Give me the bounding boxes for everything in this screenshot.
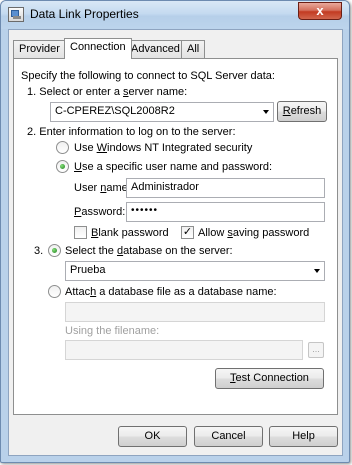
username-value: Administrador <box>131 181 199 193</box>
windows-auth-label[interactable]: Use Windows NT Integrated security <box>74 142 252 154</box>
chevron-down-icon[interactable] <box>263 110 269 114</box>
filename-label: Using the filename: <box>65 325 160 337</box>
step2-number: 2. <box>27 126 37 138</box>
tab-provider-label: Provider <box>19 43 60 55</box>
select-database-prefix: Select the <box>65 245 117 257</box>
windows-auth-suffix: indows NT Integrated security <box>107 142 253 154</box>
attach-database-radio[interactable] <box>48 285 61 298</box>
help-button[interactable]: Help <box>269 426 338 447</box>
tab-all-label: All <box>187 43 200 55</box>
checkmark-icon: ✓ <box>182 226 193 238</box>
password-field[interactable]: •••••• <box>126 202 325 222</box>
blank-password-checkbox[interactable] <box>74 226 87 239</box>
window-title: Data Link Properties <box>30 7 139 21</box>
connection-panel: Specify the following to connect to SQL … <box>13 58 338 415</box>
step1-label-suffix: erver name: <box>128 86 188 98</box>
windows-auth-prefix: Use <box>74 142 97 154</box>
username-label-prefix: User <box>74 182 101 194</box>
refresh-label: efresh <box>290 105 322 117</box>
step1-label: 1. Select or enter a server name: <box>27 86 187 98</box>
intro-text: Specify the following to connect to SQL … <box>21 70 275 82</box>
cancel-button[interactable]: Cancel <box>194 426 263 447</box>
refresh-button[interactable]: Refresh <box>277 101 327 122</box>
step2-label-text: Enter information to log on to the serve… <box>39 126 236 138</box>
tab-provider[interactable]: Provider <box>13 40 66 58</box>
chevron-down-icon[interactable] <box>314 269 320 273</box>
specific-auth-label[interactable]: Use a specific user name and password: <box>74 161 272 173</box>
tab-advanced-label: Advanced <box>131 43 180 55</box>
browse-button[interactable]: ... <box>308 342 324 358</box>
tab-connection-label: Connection <box>70 41 126 53</box>
ellipsis-icon: ... <box>312 344 320 354</box>
server-name-value: C-CPEREZ\SQL2008R2 <box>55 105 175 117</box>
attach-database-label[interactable]: Attach a database file as a database nam… <box>65 286 277 298</box>
close-button[interactable]: x <box>298 2 342 20</box>
cancel-label: Cancel <box>211 430 246 442</box>
help-label: Help <box>292 430 315 442</box>
attach-database-prefix: Attac <box>65 286 91 298</box>
windows-auth-accel: W <box>96 142 108 154</box>
select-database-suffix: atabase on the server: <box>123 245 233 257</box>
tab-advanced[interactable]: Advanced <box>125 40 186 58</box>
specific-auth-accel: U <box>74 161 82 173</box>
title-bar[interactable]: Data Link Properties x <box>1 1 349 29</box>
select-database-label[interactable]: Select the database on the server: <box>65 245 233 257</box>
test-connection-label: est Connection <box>235 372 309 384</box>
password-value: •••••• <box>131 205 159 216</box>
specific-auth-suffix: se a specific user name and password: <box>81 161 273 173</box>
dialog-client-area: Provider Connection Advanced All Specify… <box>8 29 343 456</box>
test-connection-button[interactable]: Test Connection <box>215 368 324 389</box>
attach-database-name-field[interactable] <box>65 302 325 322</box>
allow-saving-password-label[interactable]: Allow saving password <box>198 227 309 239</box>
blank-password-suffix: lank password <box>98 227 169 239</box>
username-field[interactable]: Administrador <box>126 178 325 198</box>
attach-database-suffix: a database file as a database name: <box>96 286 277 298</box>
database-value: Prueba <box>70 264 106 276</box>
database-link-icon <box>8 7 24 22</box>
allow-saving-suffix: aving password <box>232 227 310 239</box>
windows-auth-radio[interactable] <box>56 141 69 154</box>
step1-number: 1. <box>27 86 37 98</box>
refresh-accel: R <box>282 105 291 117</box>
password-label: Password: <box>74 206 125 218</box>
step3-number: 3. <box>34 245 44 257</box>
tab-all[interactable]: All <box>181 40 206 58</box>
ok-button[interactable]: OK <box>118 426 187 447</box>
step2-label: 2. Enter information to log on to the se… <box>27 126 236 138</box>
server-name-combobox[interactable]: C-CPEREZ\SQL2008R2 <box>50 102 274 122</box>
allow-saving-password-checkbox[interactable]: ✓ <box>181 226 194 239</box>
specific-auth-radio[interactable] <box>56 160 69 173</box>
password-label-suffix: assword: <box>81 206 126 218</box>
tab-connection[interactable]: Connection <box>64 38 132 59</box>
filename-field[interactable] <box>65 340 303 360</box>
username-label: User name: <box>74 182 131 194</box>
data-link-properties-window: Data Link Properties x Provider Connecti… <box>0 0 350 463</box>
database-combobox[interactable]: Prueba <box>65 261 325 281</box>
close-icon: x <box>316 3 324 18</box>
ok-label: OK <box>144 430 161 442</box>
allow-saving-prefix: Allow <box>198 227 228 239</box>
step1-label-prefix: Select or enter a <box>39 86 124 98</box>
blank-password-label[interactable]: Blank password <box>91 227 169 239</box>
select-database-radio[interactable] <box>48 244 61 257</box>
